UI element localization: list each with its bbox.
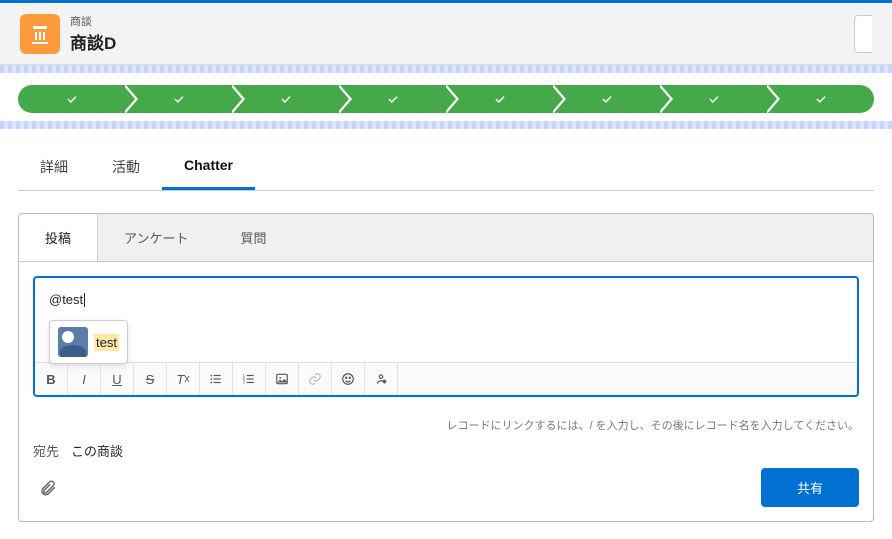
publisher-tabs: 投稿 アンケート 質問 (19, 214, 873, 262)
strikethrough-button[interactable]: S (134, 363, 167, 395)
header-action-button[interactable] (854, 15, 872, 53)
record-type-label: 商談 (70, 13, 116, 29)
clear-format-button[interactable]: Tx (167, 363, 200, 395)
subtab-post[interactable]: 投稿 (19, 214, 98, 261)
subtab-question[interactable]: 質問 (215, 214, 293, 261)
stage-step[interactable] (339, 85, 446, 113)
stage-path (0, 73, 892, 121)
stage-step[interactable] (660, 85, 767, 113)
text-cursor (84, 293, 85, 307)
divider-pattern (0, 121, 892, 129)
stage-step[interactable] (232, 85, 339, 113)
link-button (299, 363, 332, 395)
avatar (58, 327, 88, 357)
post-editor-content[interactable]: @test test (35, 278, 857, 362)
image-button[interactable] (266, 363, 299, 395)
italic-button[interactable]: I (68, 363, 101, 395)
tab-chatter[interactable]: Chatter (162, 147, 255, 190)
mention-button[interactable] (365, 363, 398, 395)
tab-detail[interactable]: 詳細 (18, 147, 90, 190)
bold-button[interactable]: B (35, 363, 68, 395)
underline-button[interactable]: U (101, 363, 134, 395)
recipient-value[interactable]: この商談 (71, 441, 123, 460)
post-editor[interactable]: @test test B I U S Tx 123 (33, 276, 859, 397)
editor-typed-text: @test (49, 292, 83, 307)
editor-hint-text: レコードにリンクするには、/ を入力し、その後にレコード名を入力してください。 (19, 417, 873, 433)
stage-step[interactable] (18, 85, 125, 113)
attachment-button[interactable] (33, 473, 63, 503)
bullet-list-button[interactable] (200, 363, 233, 395)
stage-step[interactable] (553, 85, 660, 113)
opportunity-icon (20, 14, 60, 54)
stage-step[interactable] (767, 85, 874, 113)
stage-step[interactable] (125, 85, 232, 113)
emoji-button[interactable] (332, 363, 365, 395)
tab-activity[interactable]: 活動 (90, 147, 162, 190)
share-button[interactable]: 共有 (761, 468, 859, 507)
record-tabs: 詳細 活動 Chatter (18, 147, 874, 191)
subtab-poll[interactable]: アンケート (98, 214, 214, 261)
mention-suggestion-name: test (94, 334, 119, 351)
editor-toolbar: B I U S Tx 123 (35, 362, 857, 395)
record-title: 商談D (70, 29, 116, 54)
post-recipient-row: 宛先 この商談 (19, 433, 873, 460)
record-header: 商談 商談D (0, 3, 892, 65)
chatter-publisher: 投稿 アンケート 質問 @test test B I U S Tx (18, 213, 874, 522)
svg-text:3: 3 (243, 380, 246, 385)
recipient-label: 宛先 (33, 441, 59, 460)
stage-step[interactable] (446, 85, 553, 113)
mention-autocomplete[interactable]: test (49, 320, 128, 364)
number-list-button[interactable]: 123 (233, 363, 266, 395)
header-divider-pattern (0, 65, 892, 73)
